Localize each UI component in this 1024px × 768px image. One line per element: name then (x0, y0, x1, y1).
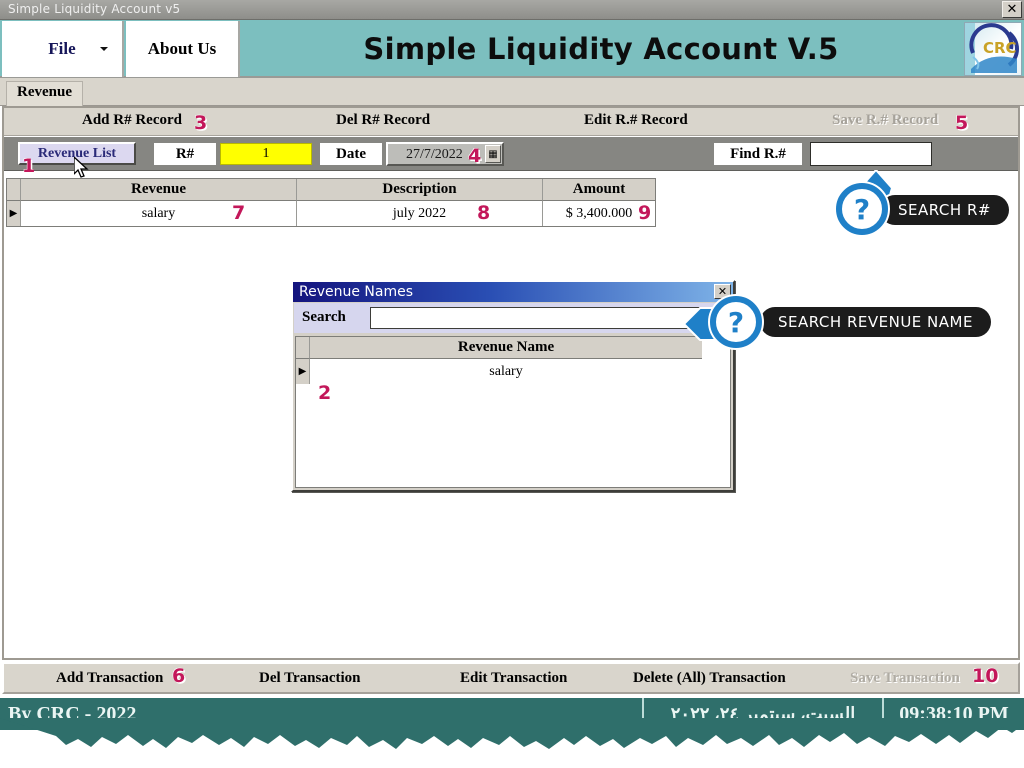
menu-about-us-label: About Us (147, 39, 217, 58)
date-picker[interactable]: 27/7/2022 ▦ (386, 142, 504, 166)
svg-text:CRC: CRC (983, 39, 1017, 57)
add-transaction-button[interactable]: Add Transaction (56, 670, 163, 687)
del-record-button[interactable]: Del R# Record (336, 112, 430, 129)
app-header: File About Us Simple Liquidity Account V… (0, 20, 1024, 78)
date-label: Date (320, 143, 382, 165)
menu-file[interactable]: File (2, 21, 124, 77)
dialog-title-bar: Revenue Names (293, 282, 733, 302)
del-transaction-button[interactable]: Del Transaction (259, 670, 361, 687)
help-icon[interactable]: ? (836, 183, 888, 235)
page-title: Simple Liquidity Account V.5 (363, 32, 839, 66)
row-marker: ▶ (7, 201, 21, 226)
revenue-names-grid: Revenue Name ▶ salary (295, 336, 731, 488)
dialog-search-row: Search (294, 303, 732, 333)
chevron-down-icon[interactable] (100, 47, 108, 51)
os-title-bar: Simple Liquidity Account v5 ✕ (0, 0, 1024, 20)
cell-description[interactable]: july 2022 (297, 201, 543, 226)
save-record-button[interactable]: Save R.# Record (832, 112, 938, 129)
cell-revenue-name[interactable]: salary (310, 359, 702, 384)
delete-all-transaction-button[interactable]: Delete (All) Transaction (633, 670, 786, 687)
menu-about-us[interactable]: About Us (126, 21, 240, 77)
rnum-label: R# (154, 143, 216, 165)
calendar-icon[interactable]: ▦ (485, 145, 501, 163)
step-marker-4: 4 (468, 145, 482, 167)
os-title-text: Simple Liquidity Account v5 (8, 2, 181, 16)
tab-strip: Revenue (0, 78, 1024, 106)
dialog-title: Revenue Names (299, 284, 414, 300)
row-marker-header (296, 337, 310, 359)
list-item[interactable]: ▶ salary (296, 359, 730, 384)
step-marker-1: 1 (22, 155, 36, 177)
step-marker-6: 6 (172, 665, 186, 687)
torn-edge-decoration (0, 718, 1024, 768)
step-marker-7: 7 (232, 202, 246, 224)
save-transaction-button[interactable]: Save Transaction (850, 670, 960, 687)
rnum-input[interactable]: 1 (220, 143, 312, 165)
table-row[interactable]: ▶ salary july 2022 $ 3,400.000 (7, 201, 655, 226)
step-marker-10: 10 (972, 665, 999, 687)
cell-revenue[interactable]: salary (21, 201, 297, 226)
step-marker-8: 8 (477, 202, 491, 224)
step-marker-5: 5 (955, 112, 969, 134)
transaction-action-bar: Add Transaction Del Transaction Edit Tra… (2, 662, 1020, 694)
dialog-search-input[interactable] (370, 307, 722, 329)
callout-search-revenue-name-label: SEARCH REVENUE NAME (760, 307, 991, 337)
callout-search-rnum-label: SEARCH R# (880, 195, 1009, 225)
revenue-names-header: Revenue Name (296, 337, 730, 359)
menu-file-label: File (48, 39, 76, 58)
tab-revenue[interactable]: Revenue (6, 81, 83, 106)
record-action-bar: Add R# Record Del R# Record Edit R.# Rec… (4, 108, 1018, 136)
column-revenue: Revenue (21, 179, 297, 201)
column-description: Description (297, 179, 543, 201)
help-icon[interactable]: ? (710, 296, 762, 348)
crc-logo: CRC (964, 22, 1022, 76)
record-toolbar: Revenue List R# 1 Date 27/7/2022 ▦ Find … (4, 137, 1018, 171)
add-record-button[interactable]: Add R# Record (82, 112, 182, 129)
find-rnum-label: Find R.# (714, 143, 802, 165)
edit-record-button[interactable]: Edit R.# Record (584, 112, 688, 129)
row-marker: ▶ (296, 359, 310, 384)
revenue-grid-header: Revenue Description Amount (7, 179, 655, 201)
step-marker-2: 2 (318, 382, 332, 404)
column-amount: Amount (543, 179, 655, 201)
row-marker-header (7, 179, 21, 201)
step-marker-9: 9 (638, 202, 652, 224)
step-marker-3: 3 (194, 112, 208, 134)
revenue-list-button[interactable]: Revenue List (18, 142, 136, 165)
close-icon[interactable]: ✕ (1002, 1, 1022, 18)
date-value: 27/7/2022 (406, 147, 463, 162)
application-window: Simple Liquidity Account v5 ✕ File About… (0, 0, 1024, 768)
revenue-names-dialog: Revenue Names ✕ Search Revenue Name ▶ sa… (291, 280, 735, 492)
revenue-grid: Revenue Description Amount ▶ salary july… (6, 178, 656, 227)
column-revenue-name: Revenue Name (310, 337, 702, 359)
dialog-search-label: Search (302, 309, 346, 325)
edit-transaction-button[interactable]: Edit Transaction (460, 670, 567, 687)
find-rnum-input[interactable] (810, 142, 932, 166)
